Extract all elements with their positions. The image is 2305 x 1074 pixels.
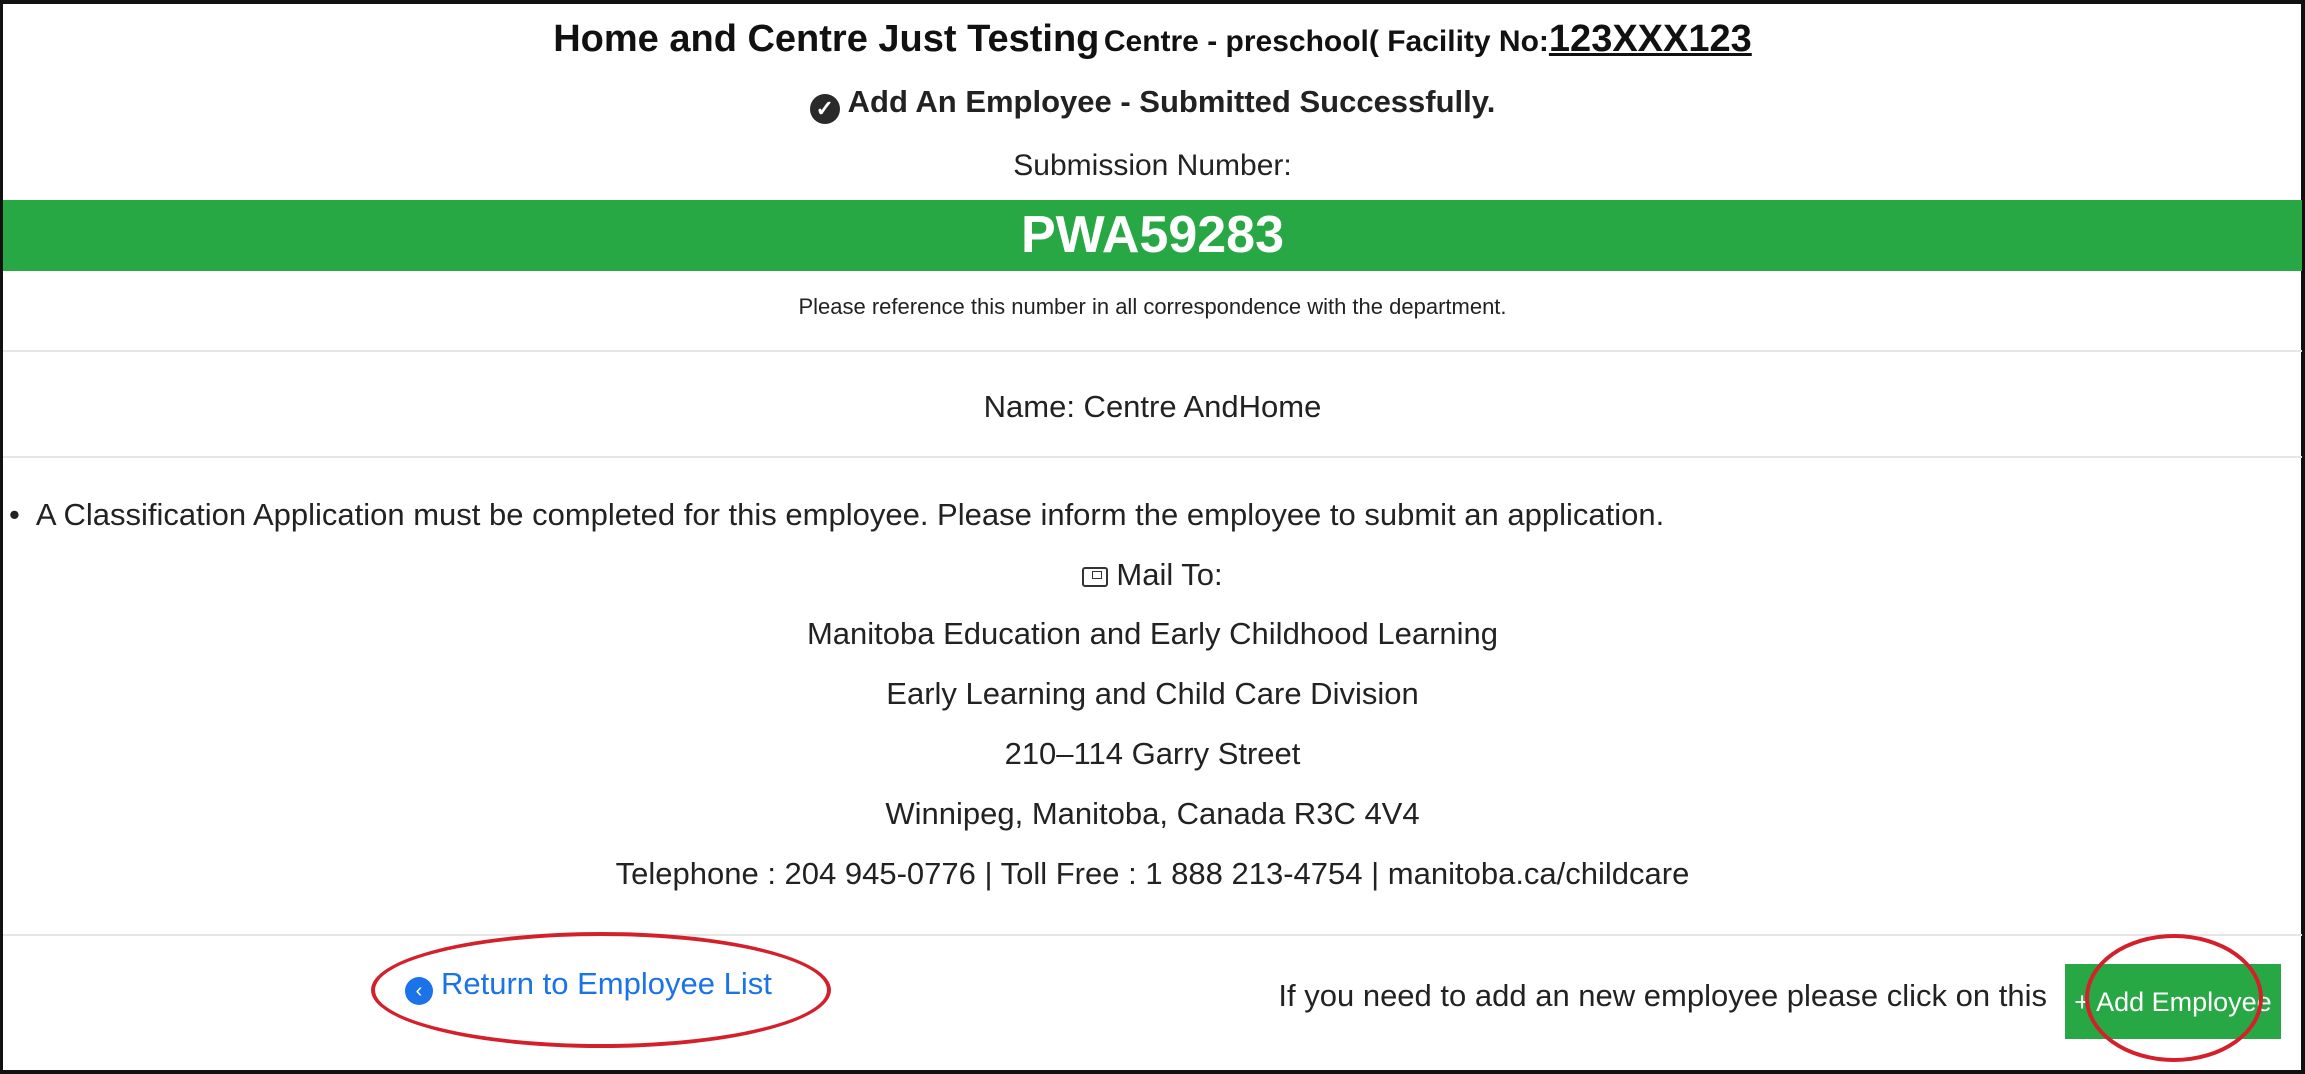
notice-text: A Classification Application must be com… [35, 497, 1665, 532]
highlight-circle [371, 932, 831, 1048]
add-employee-prompt: If you need to add an new employee pleas… [1278, 978, 2047, 1013]
employee-name: Name: Centre AndHome [983, 389, 1322, 424]
page-title: Home and Centre Just Testing Centre - pr… [3, 18, 2302, 61]
success-message: ✓ Add An Employee - Submitted Successfull… [3, 84, 2302, 124]
page-frame: Home and Centre Just Testing Centre - pr… [0, 0, 2305, 1074]
divider [3, 456, 2302, 458]
facility-type: Centre - preschool( Facility No: [1103, 25, 1549, 58]
facility-name: Home and Centre Just Testing [553, 18, 1100, 60]
address-line: Early Learning and Child Care Division [886, 676, 1419, 711]
reference-note: Please reference this number in all corr… [798, 294, 1507, 319]
address-line: Winnipeg, Manitoba, Canada R3C 4V4 [885, 796, 1420, 831]
facility-number: 123XXX123 [1548, 18, 1752, 60]
contact-line: Telephone : 204 945-0776 | Toll Free : 1… [615, 856, 1690, 891]
divider [3, 350, 2302, 352]
divider [3, 934, 2302, 936]
mail-to-label: Mail To: [3, 557, 2302, 593]
success-text: Add An Employee - Submitted Successfully… [847, 84, 1496, 119]
mailbox-icon [1082, 567, 1109, 587]
mail-to-text: Mail To: [1116, 557, 1223, 592]
check-circle-icon: ✓ [809, 94, 840, 124]
submission-number-banner: PWA59283 [3, 200, 2302, 271]
submission-number-label: Submission Number: [1013, 149, 1292, 182]
bullet: • [9, 497, 20, 532]
classification-notice: • A Classification Application must be co… [9, 497, 1664, 533]
address-line: 210–114 Garry Street [1004, 736, 1301, 771]
address-line: Manitoba Education and Early Childhood L… [806, 616, 1499, 651]
highlight-circle [2085, 934, 2263, 1062]
